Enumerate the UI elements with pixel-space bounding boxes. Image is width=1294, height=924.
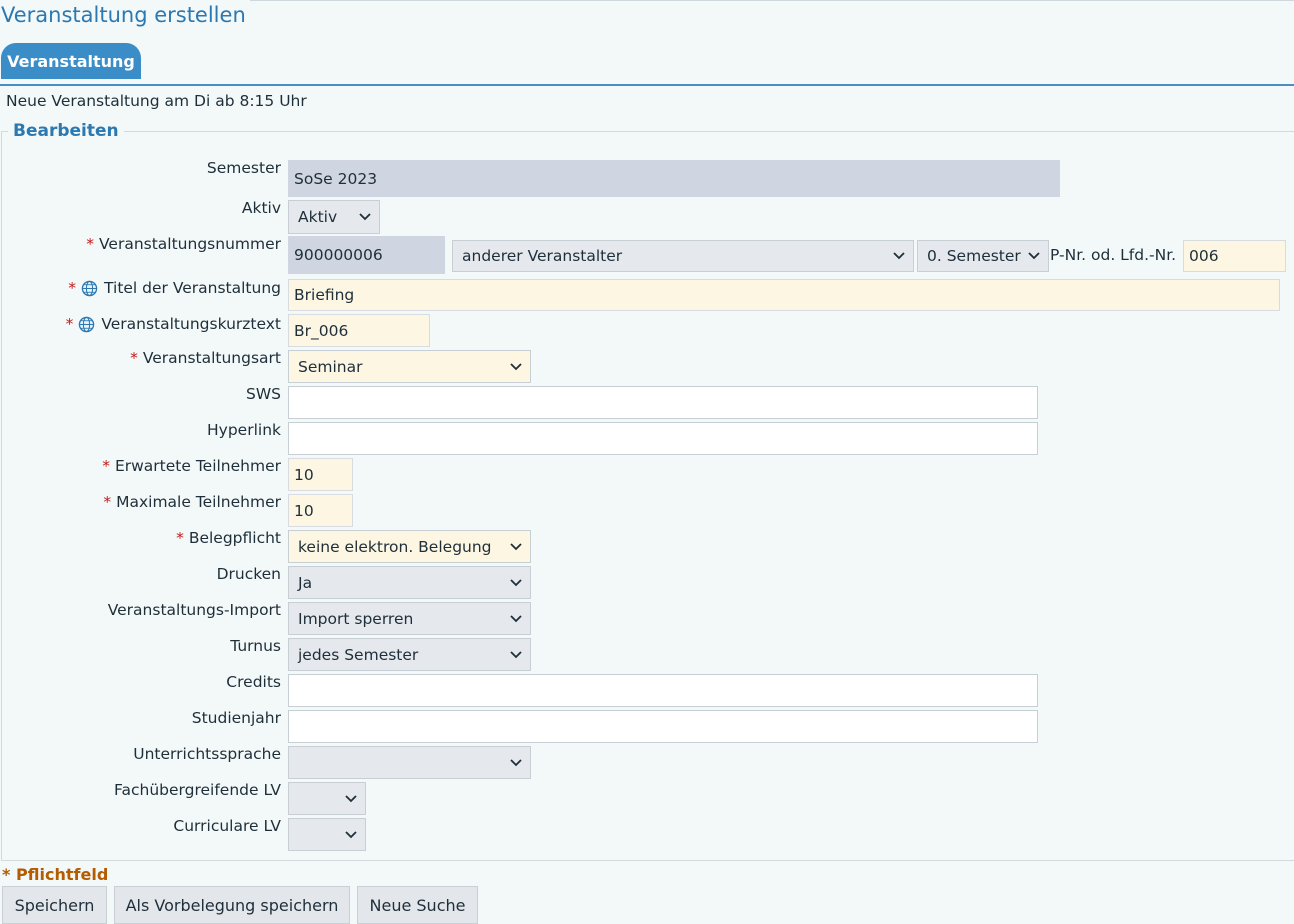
veranstaltungsart-select[interactable]: Seminar xyxy=(288,350,531,383)
globe-icon[interactable] xyxy=(78,316,95,333)
new-search-button[interactable]: Neue Suche xyxy=(357,886,478,924)
section-legend: Bearbeiten xyxy=(8,121,124,141)
hyperlink-label: Hyperlink xyxy=(207,421,281,439)
veranstaltungsnummer-label: * Veranstaltungsnummer xyxy=(86,235,281,253)
chevron-down-icon xyxy=(510,578,522,586)
hyperlink-input[interactable] xyxy=(288,422,1038,455)
turnus-label: Turnus xyxy=(230,637,281,655)
aktiv-select[interactable]: Aktiv xyxy=(288,200,380,234)
belegpflicht-label: * Belegpflicht xyxy=(176,529,281,547)
aktiv-label: Aktiv xyxy=(241,199,281,217)
chevron-down-icon xyxy=(510,542,522,550)
sws-label: SWS xyxy=(245,385,281,403)
chevron-down-icon xyxy=(510,758,522,766)
unterrichtssprache-select[interactable] xyxy=(288,746,531,779)
veranstaltungsnummer-field: 900000006 xyxy=(288,236,445,274)
tab-underline xyxy=(0,84,1294,86)
pnr-input[interactable]: 006 xyxy=(1183,240,1286,272)
credits-label: Credits xyxy=(226,673,281,691)
chevron-down-icon xyxy=(510,650,522,658)
veranstaltungsart-label: * Veranstaltungsart xyxy=(130,349,281,367)
studienjahr-label: Studienjahr xyxy=(191,709,281,727)
unterrichtssprache-label: Unterrichtssprache xyxy=(133,745,281,763)
save-as-default-button[interactable]: Als Vorbelegung speichern xyxy=(114,886,350,924)
fachuebergreifende-select[interactable] xyxy=(288,782,366,815)
veranstalter-select[interactable]: anderer Veranstalter xyxy=(452,240,914,272)
chevron-down-icon xyxy=(1028,252,1040,260)
tab-veranstaltung[interactable]: Veranstaltung xyxy=(1,43,141,79)
chevron-down-icon xyxy=(345,830,357,838)
kurztext-label: * Veranstaltungskurztext xyxy=(65,315,281,333)
erwartete-teilnehmer-label: * Erwartete Teilnehmer xyxy=(102,457,281,475)
semester-field: SoSe 2023 xyxy=(288,160,1060,197)
drucken-select[interactable]: Ja xyxy=(288,566,531,599)
top-divider xyxy=(250,0,1294,1)
globe-icon[interactable] xyxy=(81,280,98,297)
curriculare-select[interactable] xyxy=(288,818,366,851)
credits-input[interactable] xyxy=(288,674,1038,707)
turnus-select[interactable]: jedes Semester xyxy=(288,638,531,671)
page-title: Veranstaltung erstellen xyxy=(1,3,246,27)
curriculare-label: Curriculare LV xyxy=(173,817,281,835)
semester-label: Semester xyxy=(206,159,281,177)
chevron-down-icon xyxy=(893,252,905,260)
fachuebergreifende-label: Fachübergreifende LV xyxy=(113,781,281,799)
kurztext-input[interactable]: Br_006 xyxy=(288,314,430,347)
chevron-down-icon xyxy=(510,614,522,622)
titel-input[interactable]: Briefing xyxy=(288,279,1280,311)
chevron-down-icon xyxy=(510,362,522,370)
save-button[interactable]: Speichern xyxy=(2,886,107,924)
maximale-teilnehmer-label: * Maximale Teilnehmer xyxy=(103,493,281,511)
drucken-label: Drucken xyxy=(216,565,281,583)
sws-input[interactable] xyxy=(288,386,1038,419)
semester-number-select[interactable]: 0. Semester xyxy=(917,240,1049,272)
import-label: Veranstaltungs-Import xyxy=(107,601,281,619)
titel-label: * Titel der Veranstaltung xyxy=(68,279,281,297)
chevron-down-icon xyxy=(359,213,371,221)
import-select[interactable]: Import sperren xyxy=(288,602,531,635)
studienjahr-input[interactable] xyxy=(288,710,1038,743)
info-text: Neue Veranstaltung am Di ab 8:15 Uhr xyxy=(6,92,307,110)
chevron-down-icon xyxy=(345,794,357,802)
erwartete-teilnehmer-input[interactable]: 10 xyxy=(288,458,353,491)
maximale-teilnehmer-input[interactable]: 10 xyxy=(288,494,353,527)
belegpflicht-select[interactable]: keine elektron. Belegung xyxy=(288,530,531,563)
pnr-label: P-Nr. od. Lfd.-Nr. xyxy=(1050,246,1177,264)
required-note: * Pflichtfeld xyxy=(2,865,109,884)
